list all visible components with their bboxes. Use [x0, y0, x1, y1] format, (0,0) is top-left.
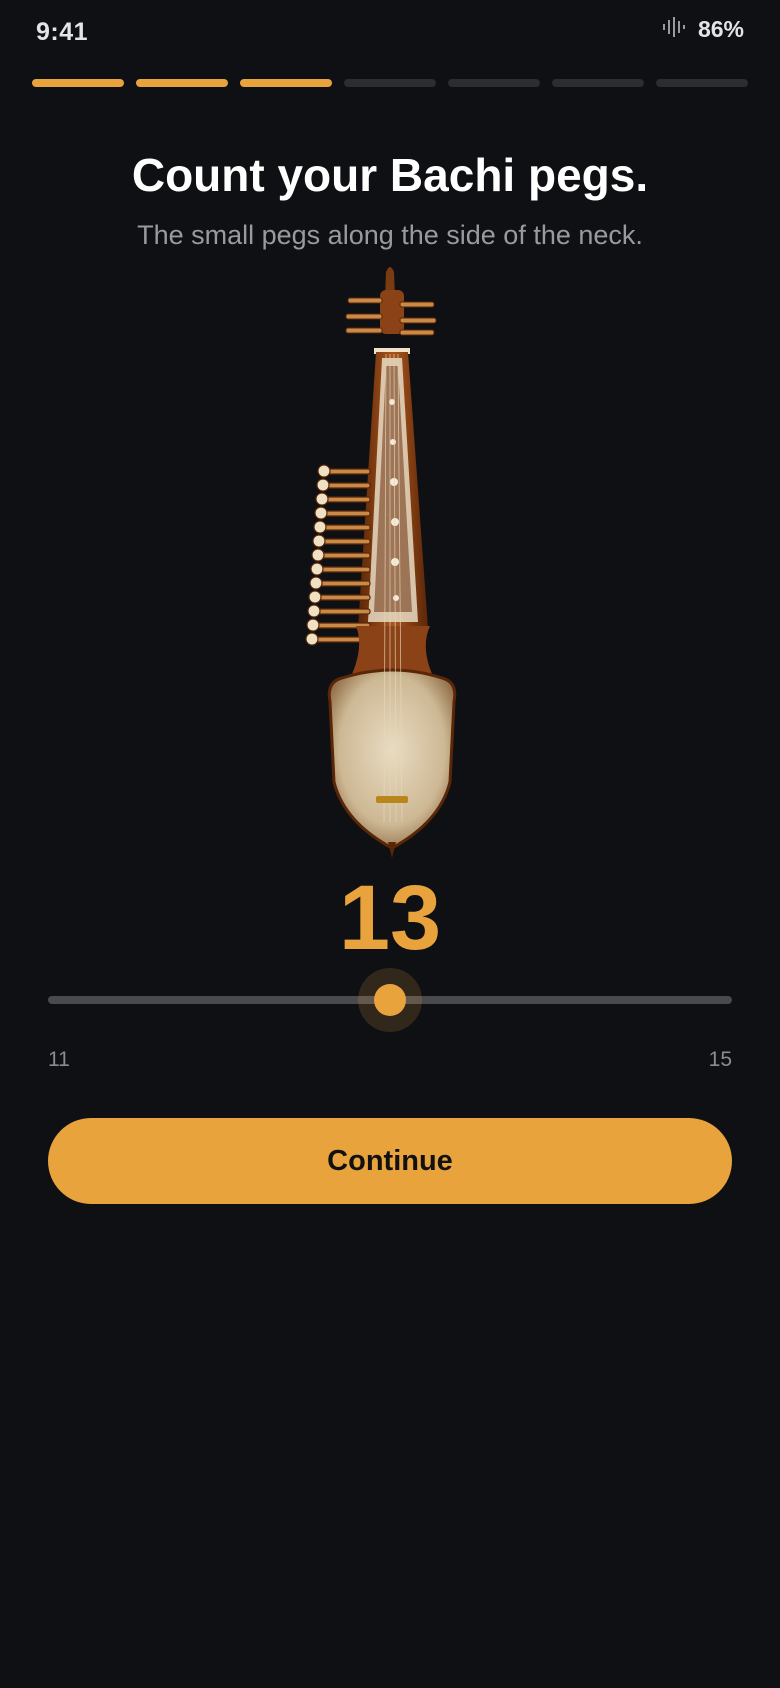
- page-title: Count your Bachi pegs.: [131, 149, 649, 201]
- progress-step-4: [344, 79, 436, 87]
- progress-step-6: [552, 79, 644, 87]
- slider-max-label: 15: [708, 1048, 732, 1071]
- progress-step-2: [136, 79, 228, 87]
- progress-step-3: [240, 79, 332, 87]
- progress-step-7: [656, 79, 748, 87]
- status-bar: 9:41 86%: [0, 0, 780, 66]
- onboarding-progress: [32, 79, 748, 87]
- continue-button[interactable]: Continue: [48, 1118, 732, 1204]
- signal-bars-icon: [662, 17, 686, 42]
- status-time: 9:41: [36, 18, 89, 46]
- slider-thumb[interactable]: [374, 984, 406, 1016]
- rubab-instrument-image: [300, 262, 480, 862]
- status-right-group: 86%: [662, 16, 744, 43]
- slider-min-label: 11: [48, 1048, 70, 1071]
- battery-percentage: 86%: [697, 16, 744, 42]
- progress-step-1: [32, 79, 124, 87]
- peg-count-value: 13: [338, 867, 442, 969]
- progress-step-5: [448, 79, 540, 87]
- page-subtitle: The small pegs along the side of the nec…: [137, 220, 643, 250]
